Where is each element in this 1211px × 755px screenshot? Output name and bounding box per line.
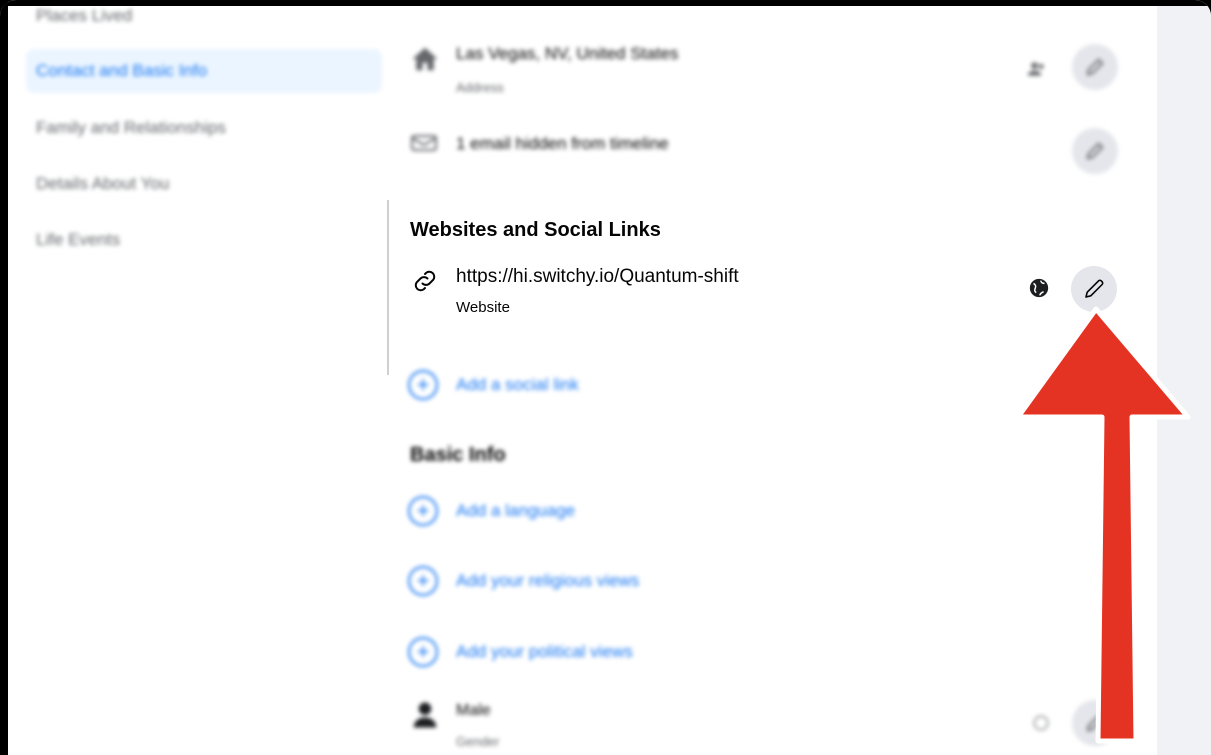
add-religious-views-button[interactable]: + Add your religious views xyxy=(408,566,639,596)
home-icon xyxy=(410,44,442,76)
add-religious-views-label: Add your religious views xyxy=(456,571,640,590)
link-icon xyxy=(410,266,442,298)
add-political-views-button[interactable]: + Add your political views xyxy=(408,637,633,667)
plus-icon: + xyxy=(408,496,438,526)
gender-value: Male xyxy=(456,702,491,719)
sidebar-item-label: Places Lived xyxy=(36,6,133,25)
address-value: Las Vegas, NV, United States xyxy=(456,44,679,63)
friends-icon[interactable] xyxy=(1026,58,1048,80)
add-social-link-button[interactable]: + Add a social link xyxy=(408,370,579,400)
pencil-icon xyxy=(1086,142,1104,160)
add-social-link-label: Add a social link xyxy=(456,375,579,394)
annotation-arrow-icon xyxy=(1015,306,1191,744)
sidebar-item-label: Family and Relationships xyxy=(36,118,226,137)
website-caption: Website xyxy=(456,299,510,316)
globe-icon[interactable] xyxy=(1028,277,1050,299)
sidebar-item-family-relationships[interactable]: Family and Relationships xyxy=(26,106,382,150)
sidebar-item-details-about-you[interactable]: Details About You xyxy=(26,162,382,206)
window-left-edge xyxy=(0,0,8,755)
address-row: Las Vegas, NV, United States Address xyxy=(410,44,1130,100)
basic-info-section-title: Basic Info xyxy=(410,444,506,466)
plus-icon: + xyxy=(408,637,438,667)
sidebar-item-label: Life Events xyxy=(36,230,121,249)
email-value: 1 email hidden from timeline xyxy=(456,134,669,153)
sidebar-item-life-events[interactable]: Life Events xyxy=(26,218,382,262)
pencil-icon xyxy=(1085,279,1104,298)
scroll-divider xyxy=(387,200,389,375)
edit-email-button[interactable] xyxy=(1072,128,1118,174)
email-row: 1 email hidden from timeline xyxy=(410,130,1130,170)
website-url[interactable]: https://hi.switchy.io/Quantum-shift xyxy=(456,266,739,288)
sidebar-item-label: Details About You xyxy=(36,174,170,193)
edit-address-button[interactable] xyxy=(1072,44,1118,90)
plus-icon: + xyxy=(408,566,438,596)
sidebar-item-contact-basic-info[interactable]: Contact and Basic Info xyxy=(26,49,382,93)
add-political-views-label: Add your political views xyxy=(456,642,633,661)
websites-section-title: Websites and Social Links xyxy=(410,219,661,241)
add-language-button[interactable]: + Add a language xyxy=(408,496,575,526)
add-language-label: Add a language xyxy=(456,501,576,520)
window-top-edge xyxy=(0,0,1211,6)
sidebar-item-label: Contact and Basic Info xyxy=(36,61,208,80)
person-icon xyxy=(410,700,442,732)
about-sidebar: Places Lived Contact and Basic Info Fami… xyxy=(8,0,390,755)
plus-icon: + xyxy=(408,370,438,400)
gender-caption: Gender xyxy=(456,734,500,749)
address-caption: Address xyxy=(456,80,504,95)
email-icon xyxy=(410,130,442,162)
pencil-icon xyxy=(1086,58,1104,76)
app-window: Places Lived Contact and Basic Info Fami… xyxy=(0,0,1211,755)
